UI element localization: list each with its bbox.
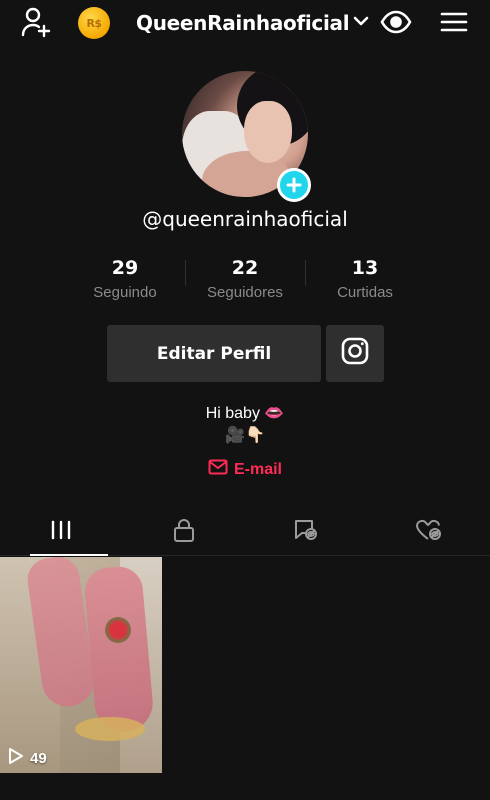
add-photo-icon[interactable] <box>277 168 311 202</box>
bio-line-1: Hi baby 👄 <box>205 405 285 422</box>
edit-profile-button[interactable]: Editar Perfil <box>107 325 321 382</box>
profile-tabs <box>0 510 490 556</box>
liked-hidden-icon <box>415 518 443 547</box>
lock-icon <box>173 518 195 547</box>
email-label: E-mail <box>233 460 282 478</box>
stat-followers[interactable]: 22 Seguidores <box>185 254 305 304</box>
stat-likes-label: Curtidas <box>337 284 393 301</box>
stat-followers-value: 22 <box>231 257 259 279</box>
play-icon <box>8 747 24 769</box>
instagram-icon <box>340 336 370 371</box>
tab-reposts[interactable] <box>245 510 368 555</box>
profile-stats: 29 Seguindo 22 Seguidores 13 Curtidas <box>65 254 425 304</box>
account-switcher[interactable]: QueenRainhaoficial <box>136 10 369 36</box>
tab-private[interactable] <box>123 510 246 555</box>
bio-line-2: 🎥👇🏻 <box>225 427 265 444</box>
tab-liked[interactable] <box>368 510 490 555</box>
videos-grid-icon <box>50 519 72 546</box>
video-views-value: 49 <box>30 749 47 767</box>
coin-label: R$ <box>86 16 102 30</box>
top-bar: R$ QueenRainhaoficial <box>0 0 490 44</box>
stat-following-value: 29 <box>111 257 139 279</box>
video-thumbnail[interactable]: 49 <box>0 557 162 773</box>
tab-videos[interactable] <box>0 510 123 556</box>
stat-likes[interactable]: 13 Curtidas <box>305 254 425 304</box>
profile-avatar-container <box>182 71 311 202</box>
profile-handle: @queenrainhaoficial <box>142 207 348 231</box>
username-title: QueenRainhaoficial <box>136 11 350 35</box>
email-link[interactable]: E-mail <box>0 459 490 480</box>
stat-following-label: Seguindo <box>93 284 157 301</box>
profile-views-icon[interactable] <box>378 6 414 38</box>
coins-icon[interactable]: R$ <box>78 7 110 39</box>
stat-following[interactable]: 29 Seguindo <box>65 254 185 304</box>
add-friend-icon[interactable] <box>18 5 54 39</box>
profile-bio: Hi baby 👄 🎥👇🏻 <box>0 403 490 447</box>
hidden-reposts-icon <box>293 518 319 547</box>
video-view-count: 49 <box>8 747 47 769</box>
stat-followers-label: Seguidores <box>207 284 283 301</box>
instagram-button[interactable] <box>326 325 384 382</box>
chevron-down-icon <box>353 14 369 32</box>
mail-icon <box>208 459 228 480</box>
stat-likes-value: 13 <box>351 257 379 279</box>
menu-icon[interactable] <box>436 6 472 38</box>
